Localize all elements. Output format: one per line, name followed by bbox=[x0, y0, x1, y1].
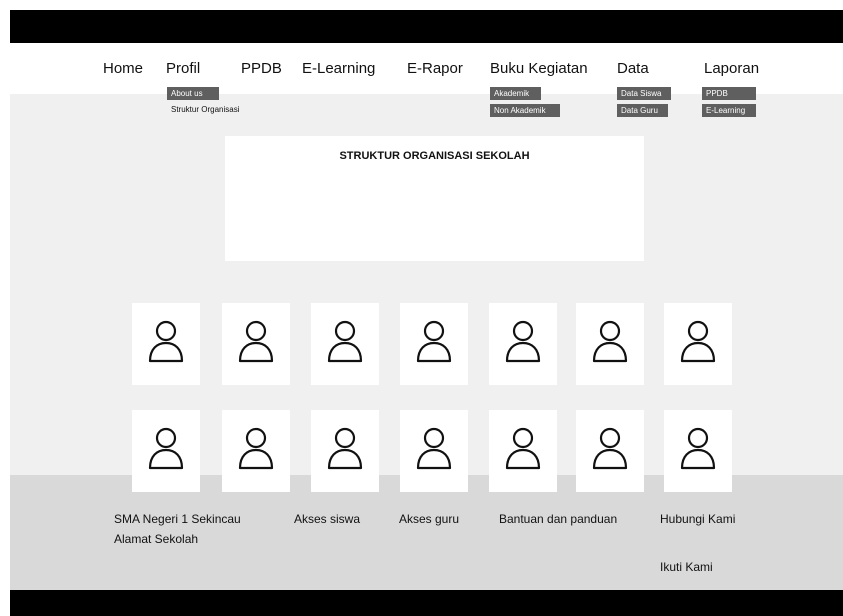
submenu-ppdb[interactable]: PPDB bbox=[702, 87, 756, 100]
person-card[interactable] bbox=[222, 410, 290, 492]
submenu-about-us[interactable]: About us bbox=[167, 87, 219, 100]
nav-buku-kegiatan[interactable]: Buku Kegiatan bbox=[490, 60, 588, 77]
person-card[interactable] bbox=[222, 303, 290, 385]
person-card[interactable] bbox=[576, 410, 644, 492]
nav-ppdb[interactable]: PPDB bbox=[241, 60, 282, 77]
nav-home[interactable]: Home bbox=[103, 60, 143, 77]
bottom-bar bbox=[10, 590, 843, 616]
footer-ikuti-kami[interactable]: Ikuti Kami bbox=[660, 560, 713, 574]
person-card[interactable] bbox=[132, 410, 200, 492]
nav-laporan[interactable]: Laporan bbox=[704, 60, 759, 77]
person-card[interactable] bbox=[576, 303, 644, 385]
nav-profil[interactable]: Profil bbox=[166, 60, 200, 77]
person-card[interactable] bbox=[664, 410, 732, 492]
submenu-non-akademik[interactable]: Non Akademik bbox=[490, 104, 560, 117]
submenu-akademik[interactable]: Akademik bbox=[490, 87, 541, 100]
nav-e-rapor[interactable]: E-Rapor bbox=[407, 60, 463, 77]
person-card[interactable] bbox=[664, 303, 732, 385]
person-card[interactable] bbox=[311, 303, 379, 385]
submenu-data-siswa[interactable]: Data Siswa bbox=[617, 87, 671, 100]
person-card[interactable] bbox=[132, 303, 200, 385]
footer-school-name: SMA Negeri 1 Sekincau bbox=[114, 512, 241, 526]
footer-akses-guru[interactable]: Akses guru bbox=[399, 512, 459, 526]
footer-bantuan[interactable]: Bantuan dan panduan bbox=[499, 512, 617, 526]
person-card[interactable] bbox=[489, 303, 557, 385]
person-card[interactable] bbox=[311, 410, 379, 492]
org-structure-header: STRUKTUR ORGANISASI SEKOLAH bbox=[225, 136, 644, 261]
top-bar bbox=[10, 10, 843, 43]
submenu-data-guru[interactable]: Data Guru bbox=[617, 104, 668, 117]
submenu-e-learning[interactable]: E-Learning bbox=[702, 104, 756, 117]
page-title: STRUKTUR ORGANISASI SEKOLAH bbox=[339, 150, 530, 162]
footer-akses-siswa[interactable]: Akses siswa bbox=[294, 512, 360, 526]
person-card[interactable] bbox=[489, 410, 557, 492]
nav-data[interactable]: Data bbox=[617, 60, 649, 77]
submenu-struktur-organisasi[interactable]: Struktur Organisasi bbox=[171, 105, 239, 114]
footer-address: Alamat Sekolah bbox=[114, 532, 199, 546]
footer-hubungi-kami[interactable]: Hubungi Kami bbox=[660, 512, 735, 526]
nav-e-learning[interactable]: E-Learning bbox=[302, 60, 375, 77]
person-card[interactable] bbox=[400, 410, 468, 492]
person-card[interactable] bbox=[400, 303, 468, 385]
